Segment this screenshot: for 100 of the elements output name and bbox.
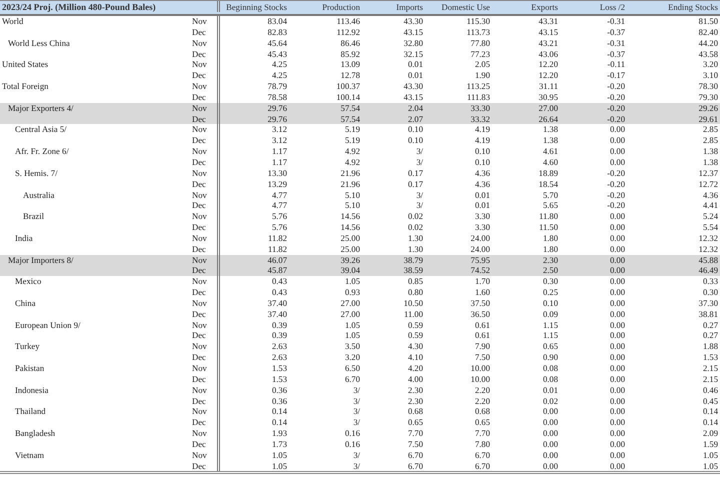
column-header: Domestic Use [440, 1, 490, 12]
table-cell-text: 0.43 [270, 276, 287, 288]
table-cell-text: 0.00 [608, 222, 625, 233]
table-cell-text: 0.93 [344, 287, 360, 298]
table-cell-text: 113.73 [466, 26, 490, 38]
table-cell-text: 0.65 [406, 417, 423, 428]
table-cell-text: 2.05 [474, 59, 490, 70]
row-label: World Less China [7, 38, 71, 49]
table-cell-text: 0.00 [542, 450, 558, 461]
table-cell-text: 0.00 [608, 211, 625, 222]
table-cell-text: 0.00 [608, 428, 625, 439]
column-header: Loss /2 [598, 1, 625, 12]
table-cell-text: 45.88 [698, 254, 718, 266]
month-label: Nov [190, 450, 220, 461]
table-cell-text: 4.19 [474, 135, 490, 146]
table-cell-text: 0.39 [270, 320, 287, 330]
month-label: Nov [190, 363, 220, 374]
table-cell-text: -0.17 [606, 70, 625, 82]
month-label: Dec [190, 222, 220, 233]
table-cell-text: 85.92 [340, 48, 360, 60]
table-cell-text: 13.30 [266, 168, 287, 179]
table-cell-text: 3/ [352, 450, 360, 461]
table-cell-text: 0.30 [702, 287, 718, 298]
table-cell-text: 0.27 [702, 320, 718, 330]
table-cell-text: 2.20 [474, 384, 490, 396]
table-cell-text: 0.00 [608, 384, 625, 396]
table-cell-text: 7.50 [474, 352, 490, 363]
row-label: Mexico [14, 276, 42, 288]
table-cell-text: 5.65 [542, 200, 558, 212]
row-label: Central Asia 5/ [14, 124, 68, 136]
table-cell-text: 12.20 [538, 59, 558, 70]
table-cell-text: 12.32 [698, 232, 718, 244]
table-cell-text: -0.20 [606, 190, 625, 200]
table-cell-text: 6.50 [344, 363, 360, 374]
table-cell-text: 0.00 [608, 276, 625, 288]
table-cell-text: 0.00 [608, 254, 625, 266]
table-cell-text: 10.50 [402, 298, 423, 309]
table-cell-text: 1.90 [474, 70, 490, 82]
table-cell-text: 29.76 [266, 102, 287, 114]
table-cell-text: 3/ [352, 384, 360, 396]
table-cell-text: 1.30 [406, 232, 423, 244]
table-cell-text: 0.00 [608, 124, 625, 136]
table-cell-text: -0.20 [606, 114, 625, 124]
table-cell-text: 0.36 [270, 384, 287, 396]
table-cell-text: 0.59 [406, 320, 423, 330]
row-label: Major Importers 8/ [7, 254, 74, 266]
table-cell-text: 3.12 [270, 135, 287, 146]
table-cell-text: -0.37 [606, 48, 625, 60]
table-cell-text: 115.30 [466, 16, 490, 27]
table-cell-text: 32.80 [402, 38, 423, 49]
table-cell-text: 27.00 [340, 308, 360, 320]
row-label: United States [1, 59, 50, 70]
month-label: Dec [190, 114, 220, 124]
column-header: Production [321, 1, 360, 12]
table-cell-text: 1.60 [474, 287, 490, 298]
table-cell-text: 5.76 [270, 222, 287, 233]
table-cell-text: 0.08 [542, 363, 558, 374]
table-cell-text: 74.52 [470, 265, 490, 276]
table-cell-text: 4.10 [406, 352, 423, 363]
month-label: Dec [190, 460, 220, 472]
table-cell-text: 3.12 [270, 124, 287, 136]
table-cell-text: 0.01 [474, 200, 490, 212]
table-cell-text: 3/ [415, 200, 423, 212]
table-cell-text: 5.10 [344, 190, 360, 200]
table-cell-text: 37.50 [470, 298, 490, 309]
table-cell-text: 111.83 [466, 92, 490, 103]
table-cell-text: 10.00 [470, 374, 490, 385]
table-cell-text: 1.88 [702, 341, 718, 352]
row-label: World [1, 16, 24, 27]
table-cell-text: 4.20 [406, 363, 423, 374]
table-cell-text: 0.85 [406, 276, 423, 288]
table-cell-text: 0.00 [608, 450, 625, 461]
table-cell-text: 0.61 [474, 330, 490, 342]
table-cell-text: 78.79 [266, 81, 287, 92]
table-cell-text: 2.30 [406, 396, 423, 406]
table-cell-text: 0.01 [542, 384, 558, 396]
table-cell-text: 18.89 [538, 168, 558, 179]
table-cell-text: 0.02 [542, 396, 558, 406]
table-cell-text: 5.24 [702, 211, 718, 222]
table-cell-text: 1.38 [542, 124, 558, 136]
table-cell-text: 0.02 [406, 222, 423, 233]
column-header: Beginning Stocks [225, 1, 287, 12]
table-cell-text: 0.14 [702, 406, 718, 418]
table-cell-text: 12.32 [698, 244, 718, 255]
month-label: Dec [190, 438, 220, 450]
table-cell-text: 32.15 [402, 48, 423, 60]
table-cell-text: 43.58 [698, 48, 718, 60]
table-cell-text: 29.76 [266, 114, 287, 124]
month-label: Nov [190, 211, 220, 222]
table-cell-text: 77.23 [470, 48, 490, 60]
table-cell-text: 6.70 [406, 450, 423, 461]
table-cell-text: 0.00 [608, 320, 625, 330]
table-cell-text: 2.63 [270, 352, 287, 363]
table-cell-text: 0.00 [608, 352, 625, 363]
row-label: Bangladesh [14, 428, 56, 439]
table-cell-text: 4.00 [406, 374, 423, 385]
month-label: Dec [190, 26, 220, 38]
table-cell-text: 13.09 [340, 59, 360, 70]
table-cell-text: 45.43 [266, 48, 287, 60]
table-cell-text: 21.96 [340, 168, 360, 179]
